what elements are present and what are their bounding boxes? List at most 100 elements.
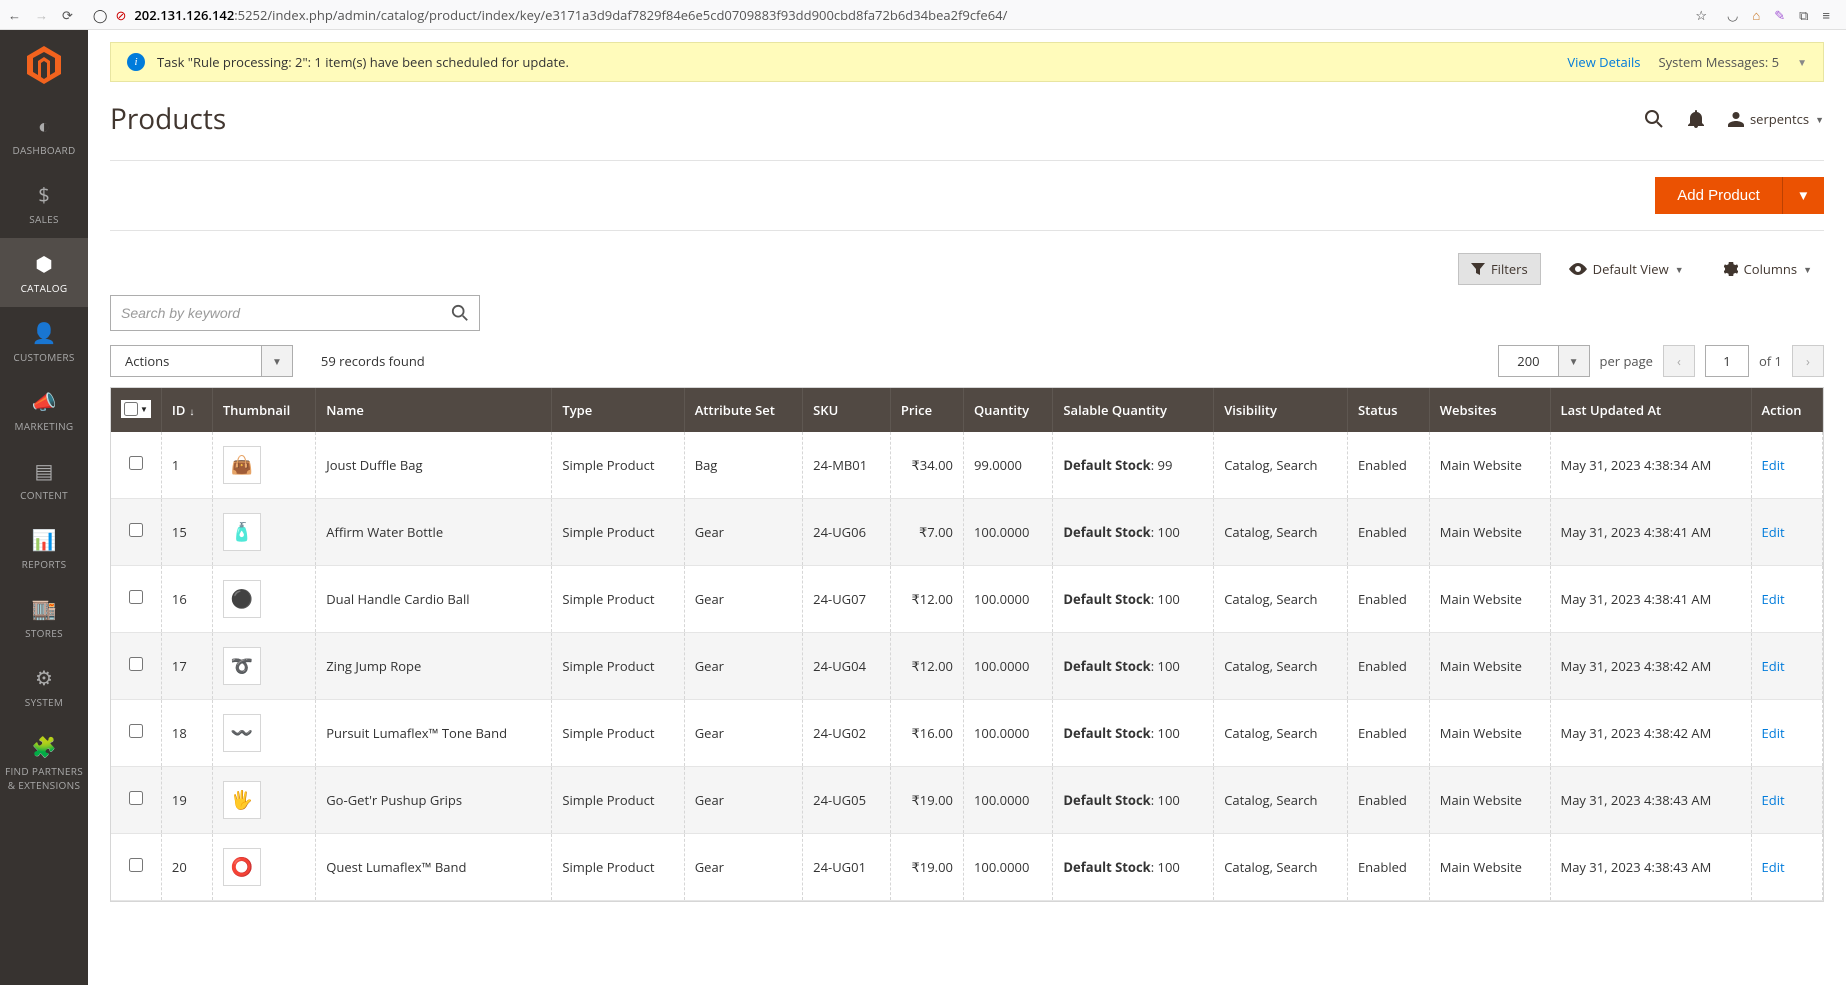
cell-attribute-set: Gear [684, 767, 802, 834]
col-price[interactable]: Price [890, 388, 963, 432]
table-row[interactable]: 20⭕Quest Lumaflex™ BandSimple ProductGea… [111, 834, 1823, 901]
cell-sku: 24-UG01 [803, 834, 891, 901]
edit-link[interactable]: Edit [1762, 724, 1785, 742]
page-size-select[interactable]: 200 ▼ [1498, 345, 1589, 377]
cell-type: Simple Product [552, 566, 684, 633]
page-number-input[interactable]: 1 [1705, 345, 1749, 377]
pocket-icon[interactable]: ◡ [1727, 6, 1738, 24]
thumbnail-icon: ⭕ [223, 848, 261, 886]
col-visibility[interactable]: Visibility [1214, 388, 1348, 432]
columns-button[interactable]: Columns ▼ [1712, 254, 1824, 284]
col-checkbox[interactable]: ▼ [111, 388, 161, 432]
col-action[interactable]: Action [1751, 388, 1822, 432]
search-box[interactable] [110, 295, 480, 331]
cell-price: ₹12.00 [890, 566, 963, 633]
row-checkbox[interactable] [129, 523, 143, 537]
sidebar-item-dashboard[interactable]: ◐DASHBOARD [0, 100, 88, 169]
cell-salable: Default Stock: 99 [1053, 432, 1214, 499]
cell-status: Enabled [1347, 633, 1429, 700]
notifications-icon[interactable] [1688, 110, 1704, 128]
sidebar-item-catalog[interactable]: ⬢CATALOG [0, 238, 88, 307]
row-checkbox[interactable] [129, 590, 143, 604]
star-icon[interactable]: ☆ [1695, 6, 1707, 24]
sidebar-item-reports[interactable]: 📊REPORTS [0, 514, 88, 583]
col-websites[interactable]: Websites [1429, 388, 1550, 432]
back-icon[interactable]: ← [8, 6, 21, 24]
cell-status: Enabled [1347, 767, 1429, 834]
edit-link[interactable]: Edit [1762, 791, 1785, 809]
search-input[interactable] [121, 305, 451, 321]
magento-logo[interactable] [0, 30, 88, 100]
table-row[interactable]: 15🧴Affirm Water BottleSimple ProductGear… [111, 499, 1823, 566]
cell-type: Simple Product [552, 767, 684, 834]
edit-link[interactable]: Edit [1762, 858, 1785, 876]
forward-icon[interactable]: → [35, 6, 48, 24]
cell-type: Simple Product [552, 834, 684, 901]
ext1-icon[interactable]: ⌂ [1752, 6, 1760, 24]
cell-name: Dual Handle Cardio Ball [316, 566, 552, 633]
row-checkbox[interactable] [129, 724, 143, 738]
sidebar-item-stores[interactable]: 🏬STORES [0, 583, 88, 652]
view-details-link[interactable]: View Details [1567, 53, 1640, 71]
prev-page-button[interactable]: ‹ [1663, 345, 1695, 377]
col-sku[interactable]: SKU [803, 388, 891, 432]
col-status[interactable]: Status [1347, 388, 1429, 432]
cell-price: ₹34.00 [890, 432, 963, 499]
select-all-checkbox[interactable] [124, 402, 138, 416]
edit-link[interactable]: Edit [1762, 590, 1785, 608]
reload-icon[interactable]: ⟳ [62, 6, 73, 24]
sidebar-item-sales[interactable]: $SALES [0, 169, 88, 238]
search-icon[interactable] [451, 304, 469, 322]
default-view-button[interactable]: Default View ▼ [1557, 254, 1696, 284]
url-text[interactable]: 202.131.126.142:5252/index.php/admin/cat… [134, 6, 1687, 24]
shield-icon[interactable]: ◯ [93, 6, 108, 24]
next-page-button[interactable]: › [1792, 345, 1824, 377]
col-type[interactable]: Type [552, 388, 684, 432]
col-name[interactable]: Name [316, 388, 552, 432]
extensions-icon[interactable]: ⧉ [1799, 6, 1808, 24]
cell-id: 17 [161, 633, 212, 700]
actions-dropdown[interactable]: Actions ▼ [110, 345, 293, 377]
system-messages-count[interactable]: System Messages: 5 [1659, 53, 1780, 71]
cell-id: 20 [161, 834, 212, 901]
add-product-button[interactable]: Add Product [1655, 177, 1782, 214]
table-row[interactable]: 1👜Joust Duffle BagSimple ProductBag24-MB… [111, 432, 1823, 499]
table-row[interactable]: 18〰️Pursuit Lumaflex™ Tone BandSimple Pr… [111, 700, 1823, 767]
edit-link[interactable]: Edit [1762, 657, 1785, 675]
sidebar-item-content[interactable]: ▤CONTENT [0, 445, 88, 514]
edit-link[interactable]: Edit [1762, 456, 1785, 474]
cell-qty: 99.0000 [963, 432, 1052, 499]
sidebar-item-find-partners-extensions[interactable]: 🧩FIND PARTNERS & EXTENSIONS [0, 721, 88, 804]
row-checkbox[interactable] [129, 791, 143, 805]
col-thumbnail[interactable]: Thumbnail [212, 388, 315, 432]
sidebar-item-system[interactable]: ⚙SYSTEM [0, 652, 88, 721]
cell-sku: 24-UG02 [803, 700, 891, 767]
col-id[interactable]: ID↓ [161, 388, 212, 432]
sidebar-item-customers[interactable]: 👤CUSTOMERS [0, 307, 88, 376]
menu-icon[interactable]: ≡ [1822, 6, 1830, 24]
sidebar-item-marketing[interactable]: 📣MARKETING [0, 376, 88, 445]
col-attribute-set[interactable]: Attribute Set [684, 388, 802, 432]
row-checkbox[interactable] [129, 456, 143, 470]
ext2-icon[interactable]: ✎ [1774, 6, 1785, 24]
lock-strike-icon[interactable]: ⊘ [115, 6, 126, 24]
row-checkbox[interactable] [129, 657, 143, 671]
add-product-dropdown[interactable]: ▼ [1782, 177, 1824, 214]
cell-id: 1 [161, 432, 212, 499]
row-checkbox[interactable] [129, 858, 143, 872]
table-row[interactable]: 16⚫Dual Handle Cardio BallSimple Product… [111, 566, 1823, 633]
table-row[interactable]: 19🖐️Go-Get'r Pushup GripsSimple ProductG… [111, 767, 1823, 834]
cell-updated: May 31, 2023 4:38:42 AM [1550, 700, 1751, 767]
col-updated[interactable]: Last Updated At [1550, 388, 1751, 432]
nav-icon: ⬢ [4, 250, 84, 277]
cell-attribute-set: Gear [684, 633, 802, 700]
col-salable-qty[interactable]: Salable Quantity [1053, 388, 1214, 432]
col-quantity[interactable]: Quantity [963, 388, 1052, 432]
thumbnail-icon: ➰ [223, 647, 261, 685]
filters-button[interactable]: Filters [1458, 253, 1541, 285]
search-icon[interactable] [1644, 109, 1664, 129]
chevron-down-icon[interactable]: ▼ [1797, 55, 1807, 69]
table-row[interactable]: 17➰Zing Jump RopeSimple ProductGear24-UG… [111, 633, 1823, 700]
user-menu[interactable]: serpentcs ▼ [1728, 110, 1824, 128]
edit-link[interactable]: Edit [1762, 523, 1785, 541]
